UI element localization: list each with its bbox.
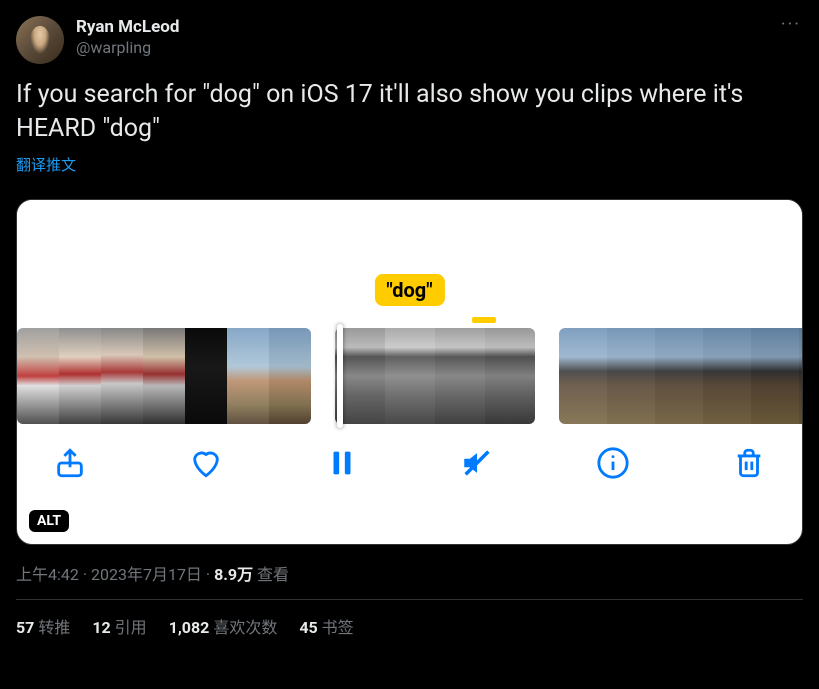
clip-group[interactable] [559,328,802,424]
bookmarks-stat[interactable]: 45 书签 [299,614,353,638]
video-frame [101,328,143,424]
more-options-button[interactable]: ··· [781,14,801,35]
media-header-blank: "dog" [17,200,802,308]
mute-icon[interactable] [460,446,494,480]
video-frame [607,328,655,424]
heart-icon[interactable] [189,446,223,480]
tweet-meta: 上午4:42 · 2023年7月17日 · 8.9万 查看 [16,561,803,585]
video-frame [485,328,535,424]
avatar[interactable] [16,16,64,64]
clip-group[interactable] [335,328,535,424]
timeline-marker [472,317,496,323]
search-caption-chip: "dog" [374,274,444,306]
video-frame [751,328,799,424]
media-attachment[interactable]: "dog" [16,199,803,545]
video-frame [269,328,311,424]
info-icon[interactable] [596,446,630,480]
playhead[interactable] [337,324,343,428]
media-toolbar [17,424,802,492]
trash-icon[interactable] [732,446,766,480]
video-frame [185,328,227,424]
video-timeline[interactable] [17,328,802,424]
video-frame [559,328,607,424]
views-label: 查看 [253,565,289,584]
video-frame [385,328,435,424]
user-info: Ryan McLeod @warpling [76,16,179,59]
likes-stat[interactable]: 1,082 喜欢次数 [169,614,278,638]
tweet-header: Ryan McLeod @warpling [16,16,803,64]
user-handle[interactable]: @warpling [76,38,179,59]
tweet-time[interactable]: 上午4:42 [16,565,79,584]
display-name[interactable]: Ryan McLeod [76,16,179,38]
video-frame [655,328,703,424]
tweet-stats: 57 转推 12 引用 1,082 喜欢次数 45 书签 [16,600,803,638]
quotes-stat[interactable]: 12 引用 [92,614,146,638]
tweet-date[interactable]: 2023年7月17日 [91,565,202,584]
translate-link[interactable]: 翻译推文 [16,154,76,175]
video-frame [143,328,185,424]
tweet-text: If you search for "dog" on iOS 17 it'll … [16,78,803,146]
tweet-container: Ryan McLeod @warpling ··· If you search … [0,0,819,654]
alt-badge[interactable]: ALT [29,510,69,532]
video-frame [227,328,269,424]
video-frame [703,328,751,424]
pause-icon[interactable] [325,446,359,480]
retweets-stat[interactable]: 57 转推 [16,614,70,638]
video-frame [799,328,802,424]
share-icon[interactable] [53,446,87,480]
video-frame [59,328,101,424]
video-frame [435,328,485,424]
clip-group[interactable] [17,328,311,424]
views-count: 8.9万 [214,565,253,584]
video-frame [17,328,59,424]
